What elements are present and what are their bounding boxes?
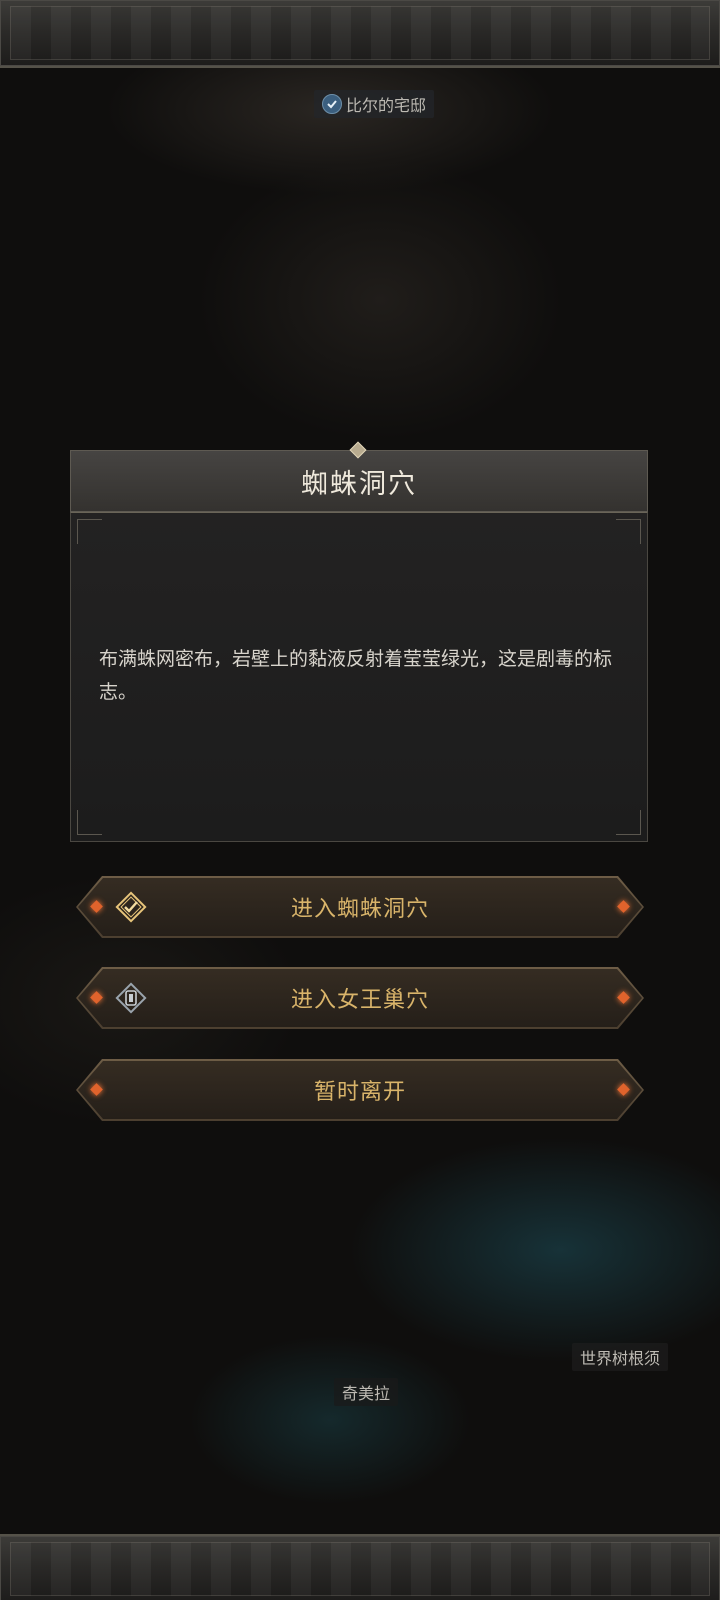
dialog-title: 蜘蛛洞穴 [301,468,417,500]
top-frame-ornament [10,6,710,60]
map-location-residence-label: 比尔的宅邸 [346,96,427,115]
option-label: 进入蜘蛛洞穴 [290,897,429,922]
diamond-check-icon [114,890,148,924]
corner-ornament [616,519,641,544]
corner-ornament [77,519,102,544]
option-label: 暂时离开 [313,1080,406,1105]
event-dialog: 蜘蛛洞穴 布满蛛网密布，岩壁上的黏液反射着莹莹绿光，这是剧毒的标志。 [70,441,648,842]
corner-ornament [616,810,641,835]
bottom-frame [0,1534,720,1600]
map-location-residence[interactable]: 比尔的宅邸 [314,90,435,118]
dialog-body: 布满蛛网密布，岩壁上的黏液反射着莹莹绿光，这是剧毒的标志。 [70,512,648,842]
header-gem-icon [349,441,367,459]
top-frame [0,0,720,68]
leave-for-now-button[interactable]: 暂时离开 [76,1059,644,1121]
dialog-description: 布满蛛网密布，岩壁上的黏液反射着莹莹绿光，这是剧毒的标志。 [99,648,613,703]
bottom-frame-ornament [10,1542,710,1596]
corner-ornament [77,810,102,835]
map-location-world-tree[interactable]: 世界树根须 [572,1343,669,1371]
option-label: 进入女王巢穴 [290,988,429,1013]
dialog-header: 蜘蛛洞穴 [70,441,648,512]
enter-queen-nest-button[interactable]: 进入女王巢穴 [76,967,644,1029]
game-screen: 比尔的宅邸 蜘蛛洞穴 布满蛛网密布，岩壁上的黏液反射着莹莹绿光，这是剧毒的标志。 [0,0,720,1600]
completed-check-icon [322,94,342,114]
enter-spider-cave-button[interactable]: 进入蜘蛛洞穴 [76,876,644,938]
map-location-chimera[interactable]: 奇美拉 [334,1378,399,1406]
diamond-gate-icon [114,981,148,1015]
